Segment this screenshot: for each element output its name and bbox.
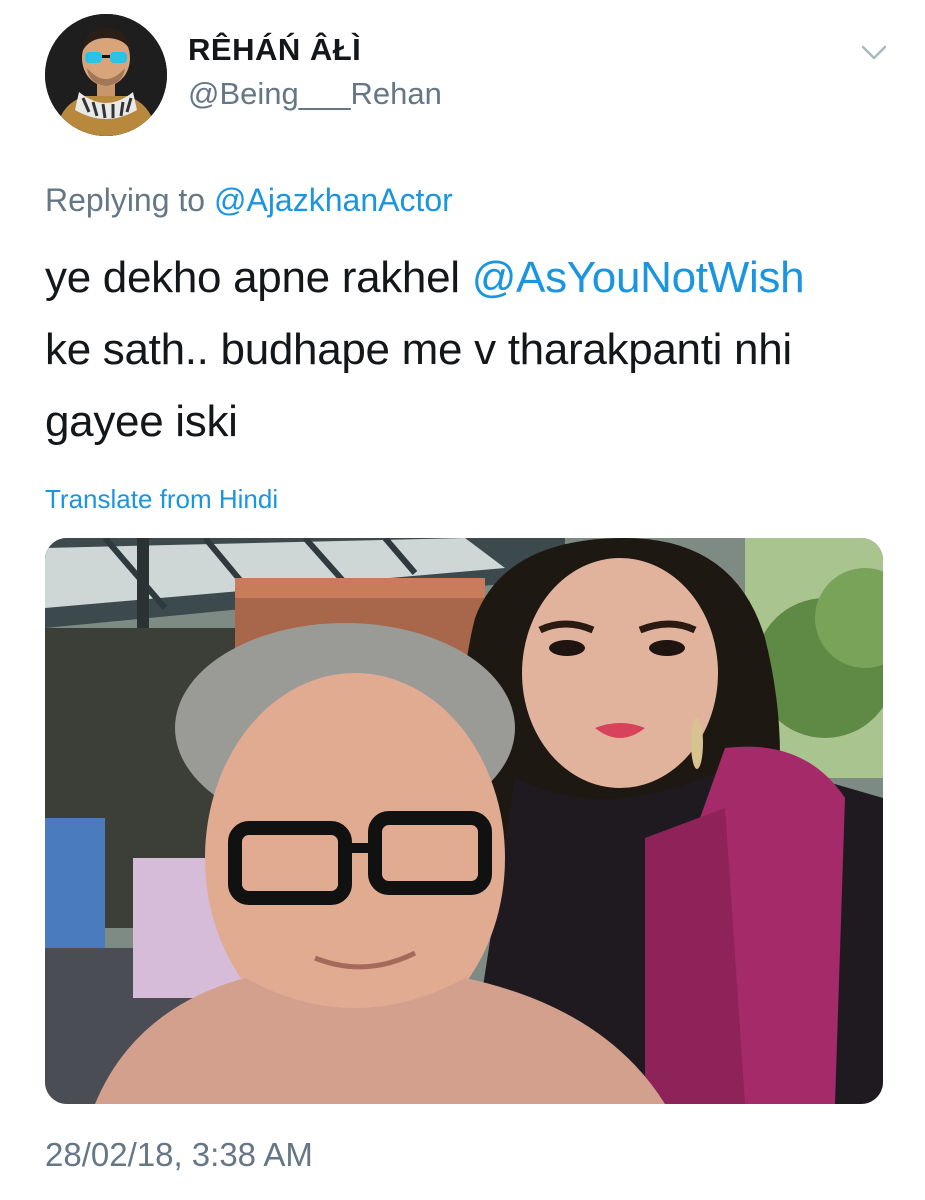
author-handle[interactable]: @Being___Rehan <box>188 76 442 112</box>
tweet-photo[interactable] <box>45 538 883 1104</box>
photo-illustration <box>45 538 883 1104</box>
avatar-illustration <box>45 14 167 136</box>
avatar[interactable] <box>45 14 167 136</box>
chevron-down-icon[interactable] <box>856 38 892 66</box>
translate-link[interactable]: Translate from Hindi <box>45 484 278 515</box>
author-display-name[interactable]: RÊHÁŃ ÂŁÌ <box>188 32 361 68</box>
reply-mention-link[interactable]: @AjazkhanActor <box>214 182 453 218</box>
reply-prefix: Replying to <box>45 182 206 218</box>
tweet-timestamp[interactable]: 28/02/18, 3:38 AM <box>45 1136 313 1174</box>
tweet-text: ye dekho apne rakhel @AsYouNotWish ke sat… <box>45 242 885 458</box>
tweet-text-part2: ke sath.. budhape me v tharakpanti nhi g… <box>45 325 792 446</box>
tweet-card[interactable]: RÊHÁŃ ÂŁÌ @Being___Rehan Replying to @Aj… <box>0 0 925 1200</box>
reply-context: Replying to @AjazkhanActor <box>45 182 453 219</box>
tweet-mention-link[interactable]: @AsYouNotWish <box>472 253 805 302</box>
tweet-text-part1: ye dekho apne rakhel <box>45 253 472 302</box>
